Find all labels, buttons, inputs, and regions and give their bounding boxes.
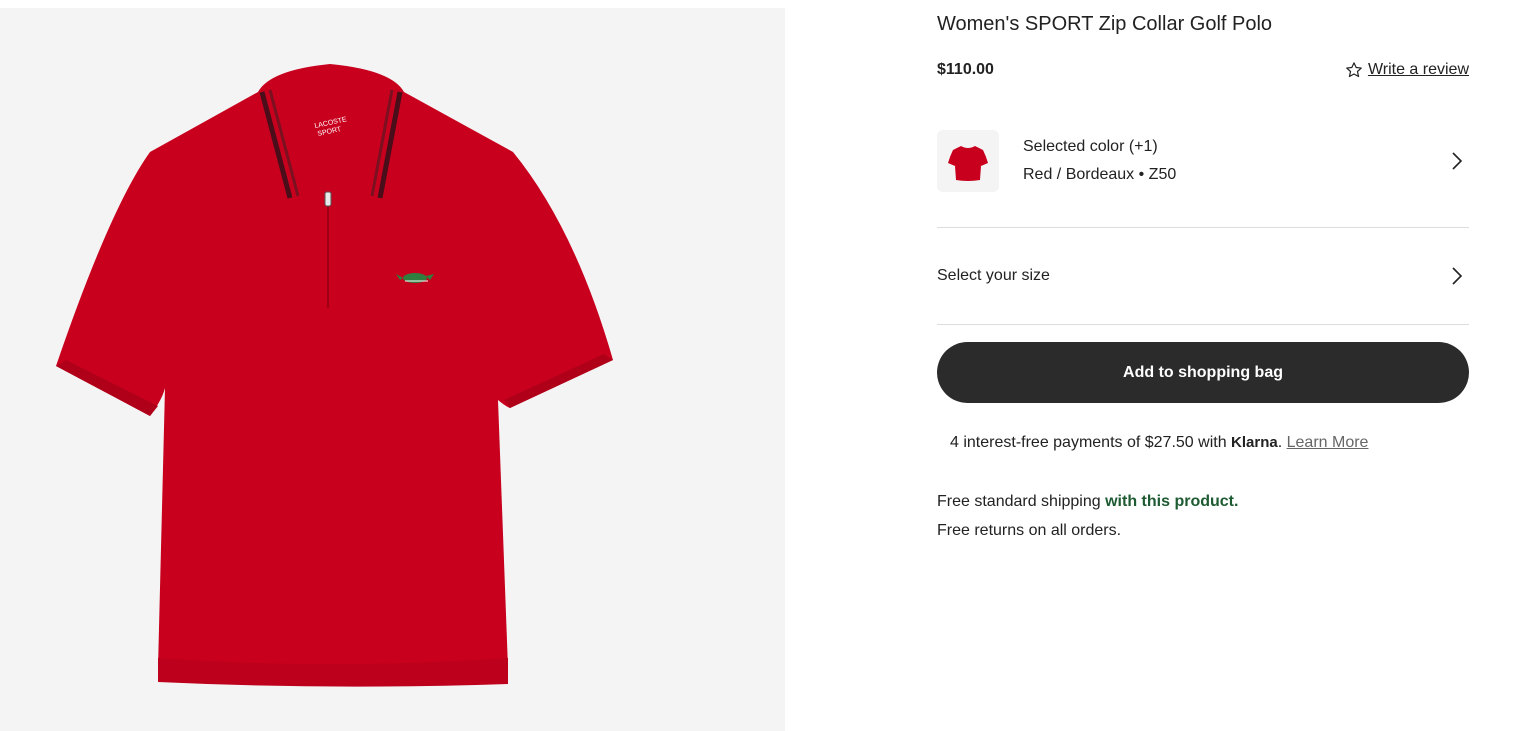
klarna-suffix: . — [1277, 434, 1287, 451]
color-selector[interactable]: Selected color (+1) Red / Bordeaux • Z50 — [937, 128, 1469, 194]
klarna-learn-more-link[interactable]: Learn More — [1287, 434, 1369, 451]
divider — [937, 324, 1469, 325]
selected-color-value: Red / Bordeaux • Z50 — [1023, 166, 1177, 183]
color-thumbnail — [937, 130, 999, 192]
product-price: $110.00 — [937, 61, 994, 78]
selected-color-heading: Selected color (+1) — [1023, 138, 1158, 155]
star-outline-icon — [1346, 62, 1362, 78]
chevron-right-icon — [1452, 152, 1463, 170]
klarna-text: 4 interest-free payments of $27.50 with — [950, 434, 1232, 451]
chevron-right-icon — [1452, 267, 1463, 285]
shipping-text: Free standard shipping — [937, 493, 1106, 510]
returns-text: Free returns on all orders. — [937, 522, 1122, 539]
shipping-info: Free standard shipping with this product… — [937, 487, 1238, 545]
klarna-message: 4 interest-free payments of $27.50 with … — [950, 434, 1368, 452]
polo-shirt-image: LACOSTE SPORT — [56, 64, 613, 687]
size-selector[interactable]: Select your size — [937, 228, 1469, 324]
add-to-bag-button[interactable]: Add to shopping bag — [937, 342, 1469, 403]
write-review-label: Write a review — [1367, 61, 1469, 78]
size-selector-label: Select your size — [937, 267, 1050, 284]
write-review-link[interactable]: Write a review — [1345, 61, 1469, 79]
product-image[interactable]: LACOSTE SPORT — [0, 8, 785, 731]
klarna-logo: Klarna — [1231, 434, 1278, 451]
shipping-highlight: with this product. — [1105, 493, 1239, 510]
product-title: Women's SPORT Zip Collar Golf Polo — [937, 13, 1273, 35]
